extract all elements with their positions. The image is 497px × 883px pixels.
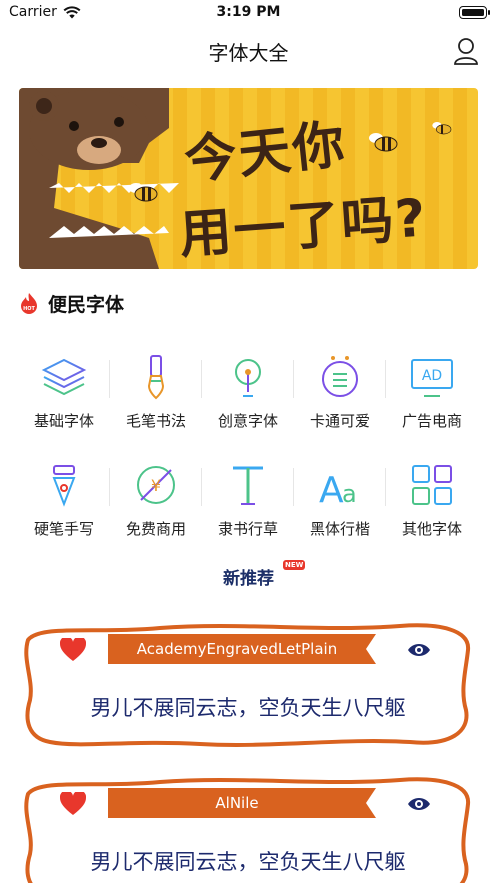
category-label: 黑体行楷	[309, 520, 370, 538]
grid-apps-icon	[412, 465, 452, 505]
category-label: 硬笔手写	[33, 520, 94, 538]
category-lishu[interactable]: 隶书行草	[202, 456, 294, 564]
category-label: 广告电商	[401, 412, 462, 430]
lightbulb-icon	[235, 359, 261, 397]
pen-nib-icon	[52, 465, 76, 507]
category-grid: 基础字体 毛笔书法 创意字体 卡通可爱 AD 广告电商 硬笔手写 ¥ 免费商用 …	[18, 348, 478, 564]
svg-text:¥: ¥	[151, 476, 161, 495]
nav-bar: 字体大全	[0, 26, 497, 76]
category-label: 创意字体	[217, 412, 278, 430]
bee-icon	[129, 183, 158, 202]
banner-headline-2: 用一了吗?	[177, 188, 430, 266]
font-sample-text: 男儿不展同云志，空负天生八尺躯	[90, 850, 406, 874]
svg-text:a: a	[342, 480, 357, 508]
bee-icon	[369, 133, 398, 152]
category-label: 隶书行草	[217, 520, 278, 538]
promo-banner[interactable]: 今天你 用一了吗?	[19, 88, 478, 269]
bee-icon	[432, 122, 452, 135]
section-title: 便民字体	[48, 294, 125, 316]
ad-monitor-icon: AD	[411, 359, 453, 397]
battery-icon	[459, 6, 490, 19]
font-sample-text: 男儿不展同云志，空负天生八尺躯	[90, 696, 406, 720]
font-name: AcademyEngravedLetPlain	[136, 640, 338, 658]
text-t-icon	[233, 466, 263, 505]
category-free[interactable]: ¥ 免费商用	[110, 456, 202, 564]
heart-icon[interactable]	[60, 792, 86, 816]
category-cartoon[interactable]: 卡通可爱	[294, 348, 386, 456]
category-handwriting[interactable]: 硬笔手写	[18, 456, 110, 564]
cartoon-face-icon	[322, 356, 358, 397]
clock: 3:19 PM	[216, 4, 281, 20]
hot-badge-text: HOT	[23, 306, 35, 312]
category-other[interactable]: 其他字体	[386, 456, 478, 564]
bear-illustration	[19, 88, 179, 269]
svg-text:A: A	[319, 470, 344, 510]
category-label: 卡通可爱	[309, 412, 370, 430]
eye-icon[interactable]	[407, 642, 431, 658]
section-header: HOT 便民字体	[20, 290, 124, 317]
eye-icon[interactable]	[407, 796, 431, 812]
recommend-header: 新推荐 NEW	[0, 560, 497, 589]
user-icon[interactable]	[453, 37, 479, 65]
hot-flame-icon: HOT	[21, 292, 37, 314]
brush-icon	[147, 355, 165, 400]
category-label: 其他字体	[401, 520, 462, 538]
category-creative[interactable]: 创意字体	[202, 348, 294, 456]
category-ad[interactable]: AD 广告电商	[386, 348, 478, 456]
heart-icon[interactable]	[60, 638, 86, 662]
banner-headline-1: 今天你	[181, 114, 350, 192]
status-bar: Carrier 3:19 PM	[0, 0, 497, 26]
category-label: 毛笔书法	[125, 412, 186, 430]
recommend-title: 新推荐	[223, 569, 274, 589]
font-aa-icon: A a	[319, 470, 357, 510]
free-yuan-icon: ¥	[137, 466, 175, 504]
font-card[interactable]: AcademyEngravedLetPlain 男儿不展同云志，空负天生八尺躯	[20, 620, 476, 750]
page-title: 字体大全	[208, 41, 289, 65]
layers-icon	[41, 358, 87, 396]
category-label: 基础字体	[33, 412, 94, 430]
category-basic[interactable]: 基础字体	[18, 348, 110, 456]
new-badge: NEW	[283, 560, 306, 570]
category-label: 免费商用	[125, 520, 186, 538]
font-card[interactable]: AlNile 男儿不展同云志，空负天生八尺躯	[20, 774, 476, 883]
font-name: AlNile	[215, 794, 259, 812]
category-heiti[interactable]: A a 黑体行楷	[294, 456, 386, 564]
category-brush[interactable]: 毛笔书法	[110, 348, 202, 456]
svg-text:AD: AD	[422, 368, 442, 384]
